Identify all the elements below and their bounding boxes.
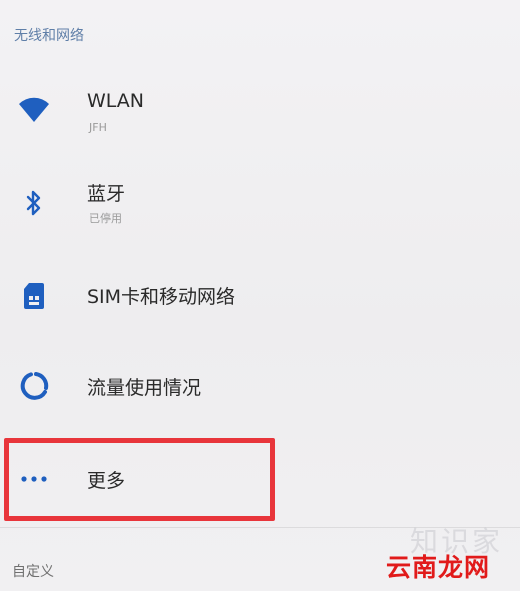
bluetooth-icon xyxy=(16,185,52,221)
settings-item-title: WLAN xyxy=(87,90,145,112)
data-usage-icon xyxy=(16,368,52,404)
settings-item-subtitle: JFH xyxy=(89,121,107,134)
section-header-custom: 自定义 xyxy=(12,564,54,580)
settings-item-subtitle: 已停用 xyxy=(89,212,122,225)
settings-item-title: 蓝牙 xyxy=(87,183,126,205)
sim-card-icon xyxy=(16,278,52,314)
settings-item-data-usage[interactable]: 流量使用情况 xyxy=(0,358,520,418)
settings-item-bluetooth[interactable]: 蓝牙 已停用 xyxy=(0,165,520,235)
watermark: 云南龙网 xyxy=(386,553,491,582)
settings-item-sim-mobile-network[interactable]: SIM卡和移动网络 xyxy=(0,268,520,328)
settings-item-wlan[interactable]: WLAN JFH xyxy=(0,78,520,148)
settings-item-more[interactable]: 更多 xyxy=(0,444,520,514)
settings-item-title: SIM卡和移动网络 xyxy=(87,286,236,308)
more-horizontal-icon xyxy=(16,461,52,497)
settings-item-title: 流量使用情况 xyxy=(87,377,202,399)
section-header-wireless: 无线和网络 xyxy=(14,28,84,44)
settings-item-title: 更多 xyxy=(87,470,126,492)
wifi-icon xyxy=(16,92,52,128)
